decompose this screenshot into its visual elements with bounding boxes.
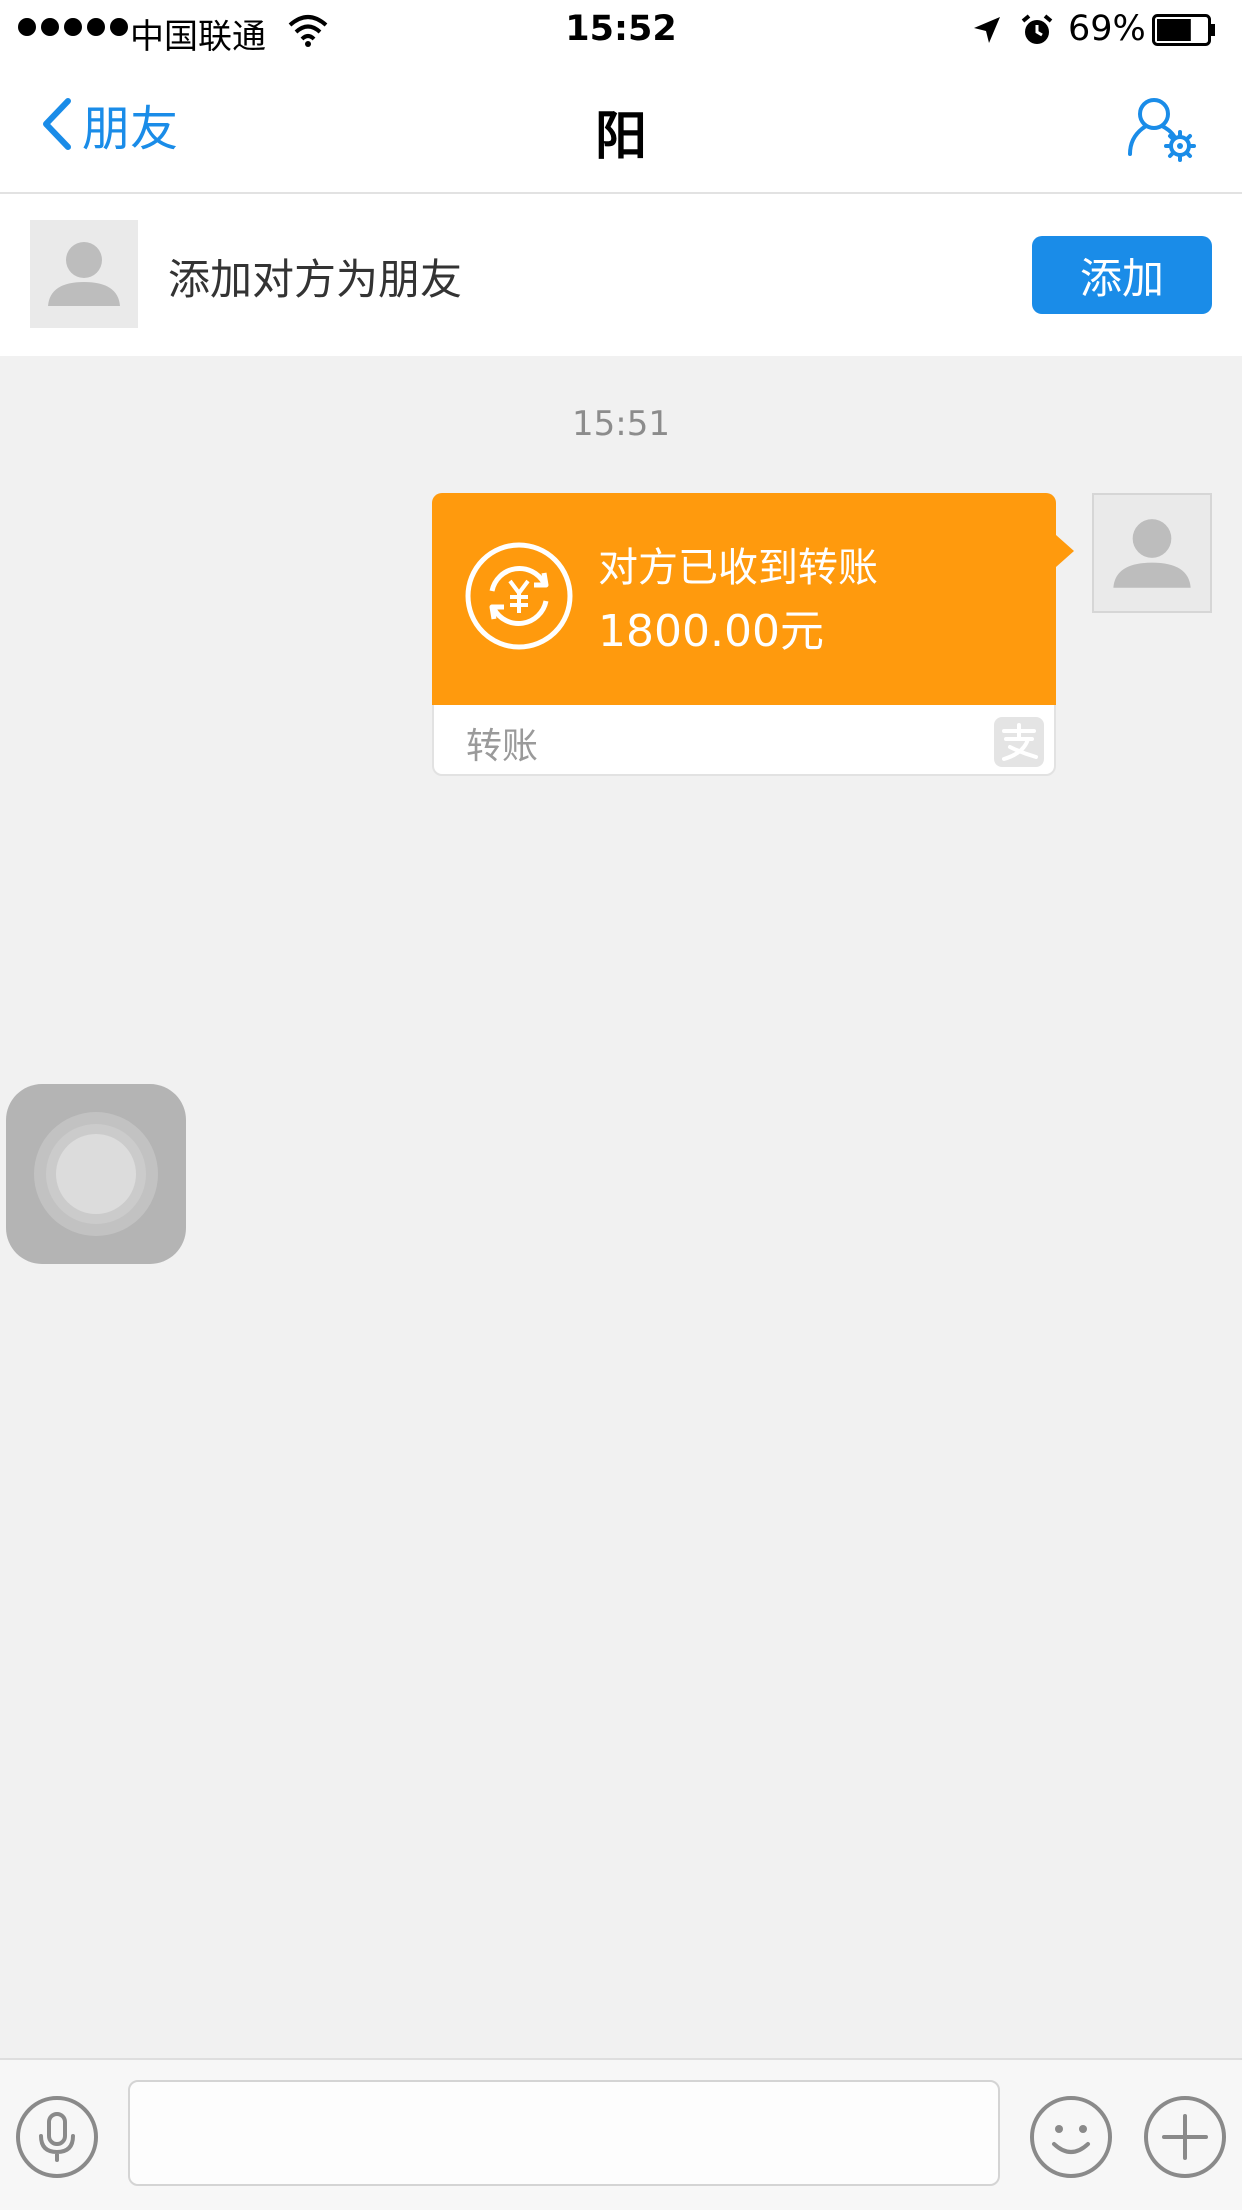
self-avatar[interactable] bbox=[1092, 493, 1212, 613]
message-input[interactable] bbox=[128, 2080, 1000, 2186]
alarm-clock-icon bbox=[1021, 14, 1053, 44]
add-friend-prompt: 添加对方为朋友 bbox=[168, 255, 463, 304]
transfer-amount: 1800.00元 bbox=[598, 606, 824, 657]
alipay-icon bbox=[994, 717, 1044, 767]
clock: 15:52 bbox=[565, 9, 677, 49]
yuan-exchange-icon bbox=[465, 542, 573, 650]
add-friend-bar: 添加对方为朋友 添加 bbox=[0, 194, 1242, 356]
contact-avatar bbox=[30, 220, 138, 328]
message-timestamp: 15:51 bbox=[572, 404, 670, 444]
bubble-tail bbox=[1056, 535, 1074, 567]
battery-icon bbox=[1152, 14, 1215, 46]
location-arrow-icon bbox=[974, 17, 1000, 43]
transfer-label: 转账 bbox=[466, 726, 539, 767]
page-title: 阳 bbox=[594, 107, 647, 167]
battery-percentage: 69% bbox=[1068, 9, 1146, 49]
user-settings-icon[interactable] bbox=[1124, 92, 1200, 162]
add-friend-button[interactable]: 添加 bbox=[1032, 236, 1212, 314]
status-bar: 中国联通 15:52 69% bbox=[0, 0, 1242, 62]
transfer-card-header: 对方已收到转账 1800.00元 bbox=[432, 493, 1056, 705]
transfer-message-card[interactable]: 对方已收到转账 1800.00元 转账 bbox=[432, 493, 1074, 776]
message-input-bar bbox=[0, 2058, 1242, 2210]
transfer-status: 对方已收到转账 bbox=[598, 545, 878, 591]
navigation-bar: 朋友 阳 bbox=[0, 62, 1242, 194]
plus-icon[interactable] bbox=[1142, 2094, 1228, 2180]
smiley-icon[interactable] bbox=[1028, 2094, 1114, 2180]
microphone-icon[interactable] bbox=[14, 2094, 100, 2180]
assistive-touch-button[interactable] bbox=[6, 1084, 186, 1264]
assistive-touch-center bbox=[56, 1134, 136, 1214]
